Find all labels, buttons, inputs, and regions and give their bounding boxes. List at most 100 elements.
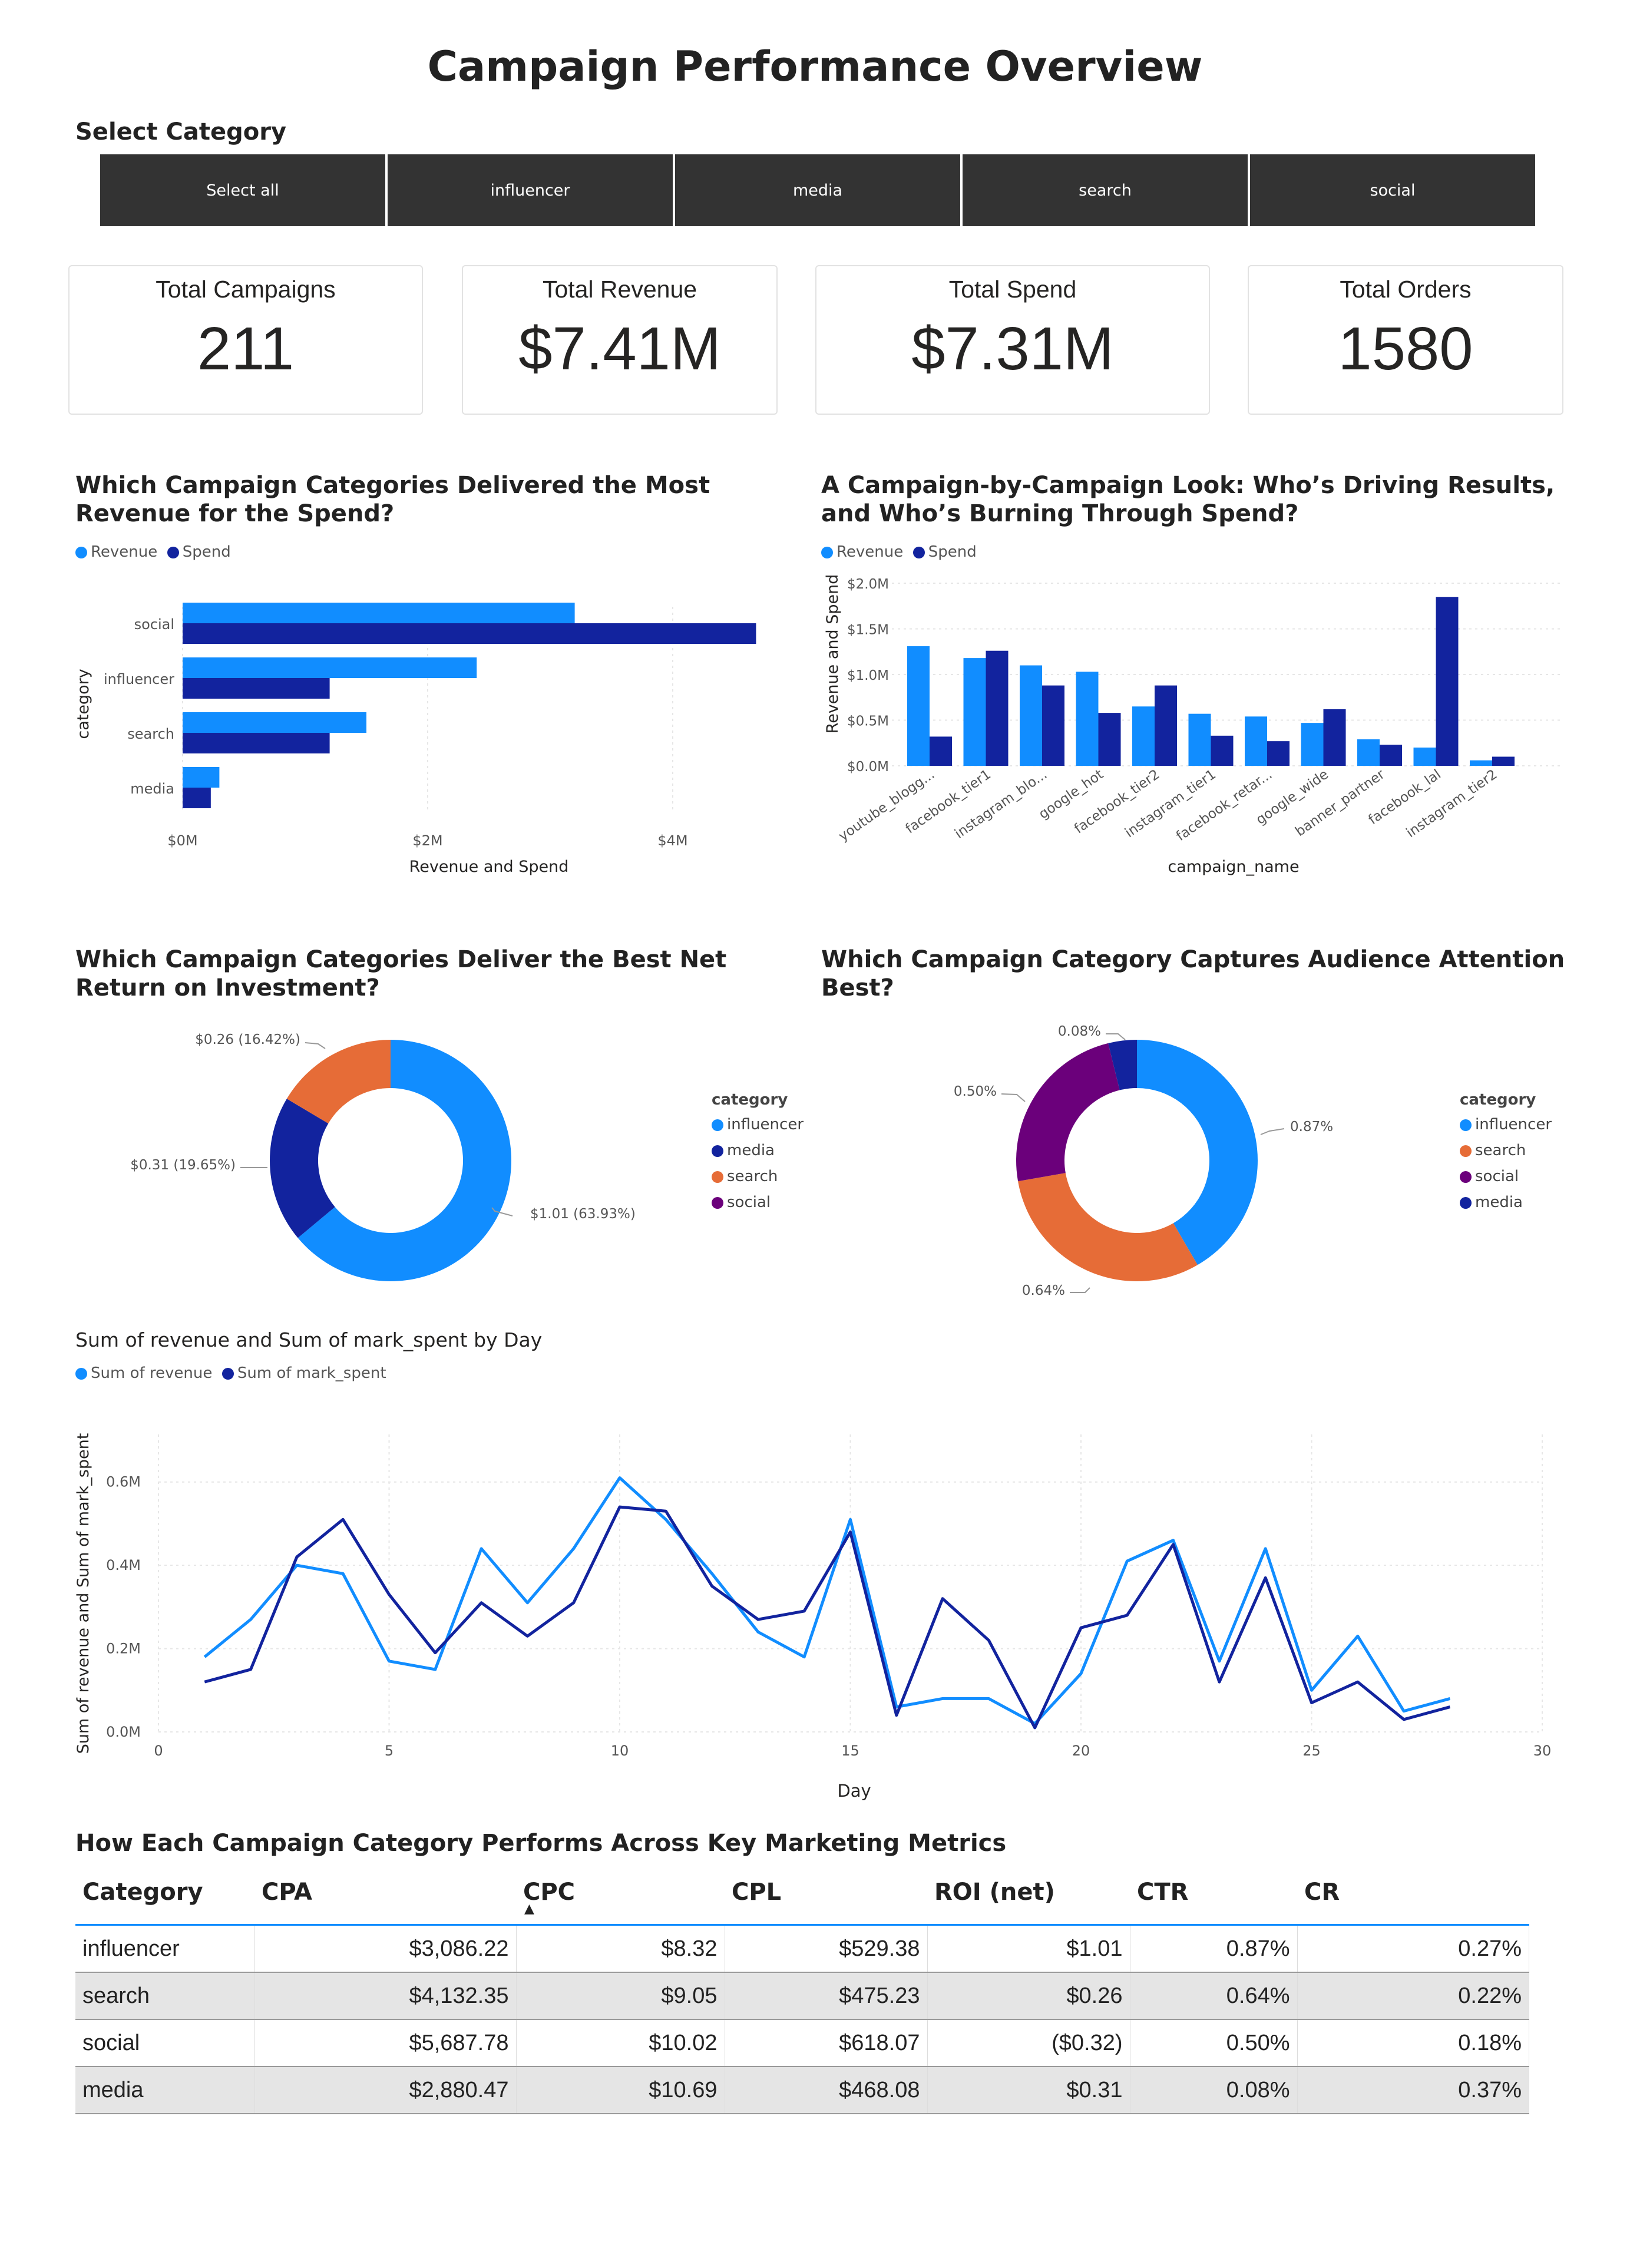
category-bar-legend: Revenue Spend xyxy=(75,543,231,561)
table-row: influencer $3,086.22 $8.32 $529.38 $1.01 0.87… xyxy=(75,1925,1529,1973)
roi-donut-legend: category influencer media search social xyxy=(712,1091,804,1211)
bar-revenue xyxy=(183,657,477,678)
category-bar-xlabel: Revenue and Spend xyxy=(409,858,569,876)
table-cell: $9.05 xyxy=(516,1972,725,2020)
bar-spend xyxy=(986,650,1009,766)
daily-line-title: Sum of revenue and Sum of mark_spent by … xyxy=(75,1328,543,1351)
bar-revenue xyxy=(1020,665,1042,766)
x-tick-label: $2M xyxy=(412,832,442,849)
daily-line-chart: 0.0M 0.2M 0.4M 0.6M 0 5 10 15 20 25 30 Day Sum of … xyxy=(74,1433,1551,1801)
legend-dot xyxy=(1460,1196,1472,1209)
bar-spend xyxy=(183,788,211,808)
metrics-table: Category CPA CPC ▲ CPL ROI (net) CTR CR … xyxy=(75,1860,1529,2114)
table-cell: 0.18% xyxy=(1297,2019,1529,2067)
kpi-value: $7.41M xyxy=(518,315,721,382)
ctr-donut-title: Which Campaign Category Captures Audienc… xyxy=(821,946,1565,1001)
campaign-column-chart: youtube_blogg...facebook_tier1instagram_… xyxy=(824,574,1563,876)
table-cell: $0.26 xyxy=(927,1972,1130,2020)
leader-line xyxy=(305,1042,326,1049)
kpi-card-total-orders: Total Orders 1580 xyxy=(1248,265,1563,415)
kpi-label: Total Campaigns xyxy=(156,276,336,303)
daily-line-ylabel: Sum of revenue and Sum of mark_spent xyxy=(74,1433,92,1754)
x-tick-label: $4M xyxy=(657,832,687,849)
category-bar-title: Which Campaign Categories Delivered the … xyxy=(75,472,710,527)
column-header-cr[interactable]: CR xyxy=(1297,1860,1529,1926)
table-cell: 0.64% xyxy=(1130,1972,1298,2020)
bar-spend xyxy=(1492,756,1515,766)
bar-spend xyxy=(1098,713,1121,766)
ctr-donut-legend: category influencer search social media xyxy=(1460,1091,1552,1211)
slicer-option-search[interactable]: search xyxy=(963,154,1248,226)
table-cell: ($0.32) xyxy=(927,2019,1130,2067)
table-cell: $529.38 xyxy=(725,1925,928,1973)
slicer-option-media[interactable]: media xyxy=(675,154,960,226)
data-label: 0.50% xyxy=(954,1084,997,1099)
bar-revenue xyxy=(1413,748,1436,766)
bar-revenue xyxy=(907,646,930,766)
x-tick-label: 15 xyxy=(841,1743,859,1759)
slicer-option-select-all[interactable]: Select all xyxy=(100,154,385,226)
kpi-value: $7.31M xyxy=(911,315,1114,382)
legend-label-spend: Sum of mark_spent xyxy=(237,1364,386,1382)
column-header-cpa[interactable]: CPA xyxy=(254,1860,516,1926)
slicer-option-influencer[interactable]: influencer xyxy=(388,154,673,226)
bar-revenue xyxy=(183,603,575,623)
legend-label-revenue: Sum of revenue xyxy=(91,1364,213,1382)
campaign-column-title: A Campaign-by-Campaign Look: Who’s Drivi… xyxy=(821,472,1555,527)
leader-line xyxy=(1070,1287,1090,1293)
bar-spend xyxy=(1267,741,1290,766)
x-tick-label: $0M xyxy=(167,832,197,849)
column-header-cpc[interactable]: CPC ▲ xyxy=(516,1860,725,1926)
column-header-roi[interactable]: ROI (net) xyxy=(927,1860,1130,1926)
column-header-category[interactable]: Category xyxy=(75,1860,254,1926)
table-cell: $0.31 xyxy=(927,2067,1130,2114)
x-tick-label: 0 xyxy=(154,1743,163,1759)
y-tick-label: 0.6M xyxy=(106,1474,141,1490)
bar-spend xyxy=(183,623,756,644)
legend-dot xyxy=(712,1119,723,1131)
table-cell: $5,687.78 xyxy=(254,2019,517,2067)
legend-item-search: search xyxy=(727,1168,778,1185)
roi-donut-title: Which Campaign Categories Deliver the Be… xyxy=(75,946,727,1001)
table-cell: 0.27% xyxy=(1297,1925,1529,1973)
legend-label-spend: Spend xyxy=(182,543,231,561)
bar-revenue xyxy=(1245,716,1267,766)
table-cell: $475.23 xyxy=(725,1972,928,2020)
table-row: media $2,880.47 $10.69 $468.08 $0.31 0.08% 0.3… xyxy=(75,2067,1529,2114)
table-cell: $8.32 xyxy=(516,1925,725,1973)
y-tick-label: $0.0M xyxy=(847,759,889,775)
series-line-spend xyxy=(204,1505,1451,1730)
spend-legend-dot xyxy=(167,546,179,558)
legend-dot xyxy=(712,1196,723,1209)
table-cell: media xyxy=(75,2067,255,2114)
data-label: $0.31 (19.65%) xyxy=(130,1158,236,1173)
spend-legend-dot xyxy=(912,546,925,558)
kpi-label: Total Orders xyxy=(1340,276,1472,303)
revenue-legend-dot xyxy=(75,546,87,558)
sort-ascending-icon: ▲ xyxy=(524,1902,534,1916)
x-tick-label: 25 xyxy=(1302,1743,1321,1759)
column-header-ctr[interactable]: CTR xyxy=(1130,1860,1297,1926)
legend-item-media: media xyxy=(727,1142,775,1159)
column-header-cpl[interactable]: CPL xyxy=(725,1860,927,1926)
kpi-card-total-revenue: Total Revenue $7.41M xyxy=(462,265,778,415)
category-bar-ylabel: category xyxy=(74,669,92,739)
data-label: 0.64% xyxy=(1022,1283,1065,1298)
data-label: 0.08% xyxy=(1058,1024,1101,1039)
table-cell: social xyxy=(75,2019,255,2067)
legend-item-social: social xyxy=(727,1193,771,1211)
table-row: social $5,687.78 $10.02 $618.07 ($0.32) 0.50%… xyxy=(75,2019,1529,2067)
leader-line xyxy=(1106,1033,1126,1040)
legend-dot xyxy=(712,1145,723,1157)
table-cell: 0.08% xyxy=(1130,2067,1298,2114)
table-cell: $1.01 xyxy=(927,1925,1130,1973)
data-label: $1.01 (63.93%) xyxy=(530,1206,636,1222)
table-cell: 0.87% xyxy=(1130,1925,1298,1973)
data-label: $0.26 (16.42%) xyxy=(195,1032,300,1047)
daily-line-legend: Sum of revenue Sum of mark_spent xyxy=(75,1364,386,1382)
category-tick-label: influencer xyxy=(104,671,174,687)
table-cell: $2,880.47 xyxy=(254,2067,517,2114)
slicer-option-social[interactable]: social xyxy=(1250,154,1535,226)
category-tick-label: social xyxy=(134,616,174,633)
table-cell: $618.07 xyxy=(725,2019,928,2067)
